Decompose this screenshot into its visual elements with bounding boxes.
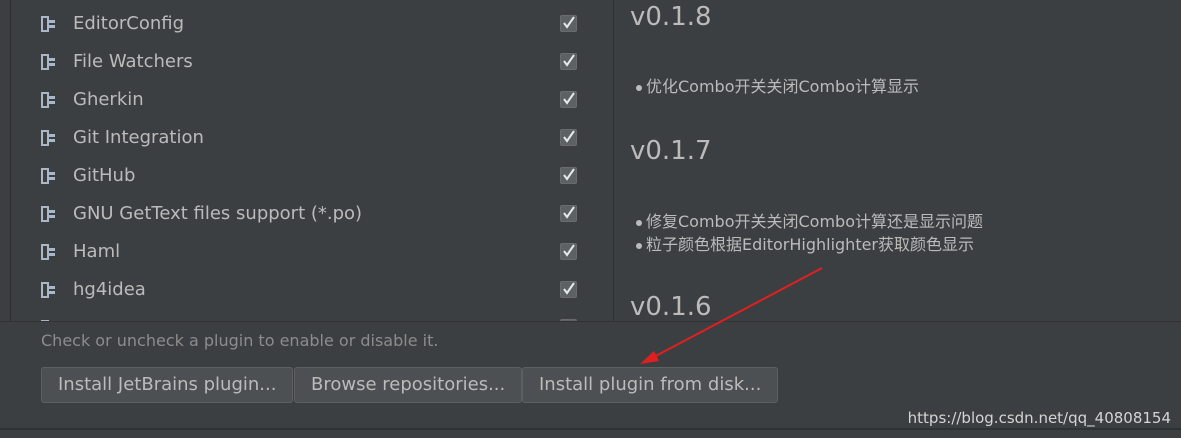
plugin-name: Gherkin xyxy=(73,89,144,110)
release-note: 修复Combo开关关闭Combo计算还是显示问题 xyxy=(636,208,983,232)
list-item[interactable]: EditorConfig xyxy=(30,4,613,42)
release-note: 粒子颜色根据EditorHighlighter获取颜色显示 xyxy=(636,231,974,255)
version-heading: v0.1.7 xyxy=(630,136,712,166)
plugin-enabled-checkbox[interactable] xyxy=(560,15,577,32)
plugin-enabled-checkbox[interactable] xyxy=(560,205,577,222)
bullet-icon xyxy=(636,219,642,226)
list-item[interactable]: Git Integration xyxy=(30,118,613,156)
hint-text: Check or uncheck a plugin to enable or d… xyxy=(41,331,439,350)
plugin-name: GitHub xyxy=(73,165,136,186)
checkmark-icon xyxy=(563,168,575,181)
version-heading: v0.1.6 xyxy=(630,292,712,322)
plugin-enabled-checkbox[interactable] xyxy=(560,53,577,70)
plugin-name: EditorConfig xyxy=(73,13,185,34)
plug-icon xyxy=(38,13,62,35)
version-heading: v0.1.8 xyxy=(630,2,712,32)
install-jetbrains-plugin-button[interactable]: Install JetBrains plugin... xyxy=(41,367,294,403)
plugin-enabled-checkbox[interactable] xyxy=(560,281,577,298)
checkmark-icon xyxy=(563,206,575,219)
plugin-list[interactable]: EditorConfig File Watchers Gherkin Git I… xyxy=(30,0,614,321)
bullet-icon xyxy=(636,84,642,91)
list-item[interactable]: Gherkin xyxy=(30,80,613,118)
install-plugin-from-disk-button[interactable]: Install plugin from disk... xyxy=(522,367,779,403)
checkmark-icon xyxy=(563,244,575,257)
list-item[interactable]: Haml xyxy=(30,232,613,270)
plug-icon xyxy=(38,51,62,73)
plug-icon xyxy=(38,127,62,149)
plugin-name: Git Integration xyxy=(73,127,204,148)
bullet-icon xyxy=(636,242,642,249)
plugin-name: hg4idea xyxy=(73,279,146,300)
list-item[interactable]: GNU GetText files support (*.po) xyxy=(30,194,613,232)
browse-repositories-button[interactable]: Browse repositories... xyxy=(294,367,523,403)
watermark-text: https://blog.csdn.net/qq_40808154 xyxy=(907,409,1171,427)
plugin-enabled-checkbox[interactable] xyxy=(560,129,577,146)
plugin-name: GNU GetText files support (*.po) xyxy=(73,203,363,224)
plug-icon xyxy=(38,279,62,301)
checkmark-icon xyxy=(563,130,575,143)
plug-icon xyxy=(38,203,62,225)
plugin-enabled-checkbox[interactable] xyxy=(560,167,577,184)
list-item[interactable]: hg4idea xyxy=(30,270,613,308)
checkmark-icon xyxy=(563,54,575,67)
divider xyxy=(0,428,1181,430)
checkmark-icon xyxy=(563,16,575,29)
plugin-footer: Check or uncheck a plugin to enable or d… xyxy=(0,321,1181,438)
plug-icon xyxy=(38,89,62,111)
plugin-enabled-checkbox[interactable] xyxy=(560,243,577,260)
plugin-name: Haml xyxy=(73,241,121,262)
checkmark-icon xyxy=(563,92,575,105)
checkmark-icon xyxy=(563,282,575,295)
plug-icon xyxy=(38,241,62,263)
plugin-name: File Watchers xyxy=(73,51,193,72)
plugin-details-panel: v0.1.8 优化Combo开关关闭Combo计算显示 v0.1.7 修复Com… xyxy=(614,0,1181,322)
plug-icon xyxy=(38,165,62,187)
list-item[interactable]: GitHub xyxy=(30,156,613,194)
plugin-enabled-checkbox[interactable] xyxy=(560,91,577,108)
release-note: 优化Combo开关关闭Combo计算显示 xyxy=(636,73,919,97)
list-item[interactable]: File Watchers xyxy=(30,42,613,80)
list-item[interactable] xyxy=(30,308,613,321)
left-strip xyxy=(0,0,11,322)
